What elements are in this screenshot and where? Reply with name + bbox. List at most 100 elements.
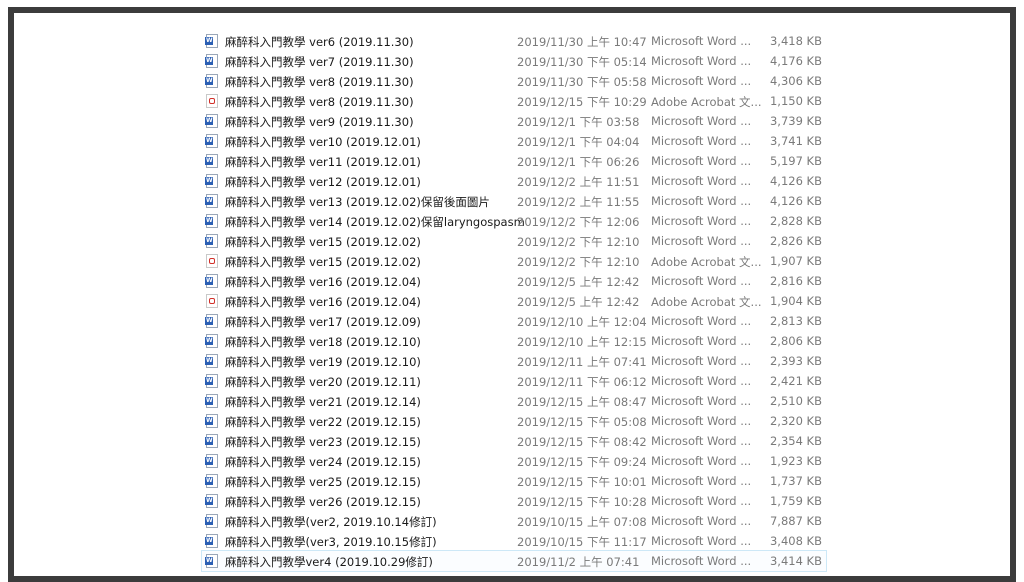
file-type: Microsoft Word ... [651,154,752,168]
file-row[interactable]: 麻醉科入門教學 ver17 (2019.12.09) 2019/12/10 上午 … [202,311,826,331]
file-type: Microsoft Word ... [651,54,752,68]
file-type: Microsoft Word ... [651,74,752,88]
file-date-modified: 2019/12/15 下午 10:28 [517,495,647,509]
file-type: Microsoft Word ... [651,534,752,548]
file-row[interactable]: 麻醉科入門教學 ver15 (2019.12.02) 2019/12/2 下午 1… [202,231,826,251]
file-date-modified: 2019/11/2 上午 07:41 [517,555,640,569]
file-size: 2,826 KB [769,234,822,248]
file-date-modified: 2019/12/15 下午 09:24 [517,455,647,469]
file-row[interactable]: 麻醉科入門教學 ver16 (2019.12.04) 2019/12/5 上午 1… [202,291,826,311]
file-type: Microsoft Word ... [651,214,752,228]
file-type: Microsoft Word ... [651,194,752,208]
pdf-file-icon [206,94,218,108]
file-date-modified: 2019/12/15 下午 08:42 [517,435,647,449]
file-size: 1,923 KB [769,454,822,468]
file-name: 麻醉科入門教學 ver15 (2019.12.02) [225,235,421,249]
file-size: 1,737 KB [769,474,822,488]
file-date-modified: 2019/12/2 下午 12:10 [517,255,640,269]
file-row[interactable]: 麻醉科入門教學 ver22 (2019.12.15) 2019/12/15 下午 … [202,411,826,431]
file-size: 2,510 KB [769,394,822,408]
file-type: Microsoft Word ... [651,434,752,448]
file-row[interactable]: 麻醉科入門教學 ver21 (2019.12.14) 2019/12/15 上午 … [202,391,826,411]
word-file-icon [205,174,218,188]
file-type: Microsoft Word ... [651,314,752,328]
pdf-file-icon [206,254,218,268]
word-file-icon [205,554,218,568]
file-name: 麻醉科入門教學 ver8 (2019.11.30) [225,95,414,109]
file-name: 麻醉科入門教學 ver10 (2019.12.01) [225,135,421,149]
file-date-modified: 2019/12/1 下午 06:26 [517,155,640,169]
file-name: 麻醉科入門教學 ver23 (2019.12.15) [225,435,421,449]
file-date-modified: 2019/12/1 下午 04:04 [517,135,640,149]
file-name: 麻醉科入門教學 ver22 (2019.12.15) [225,415,421,429]
file-size: 4,176 KB [769,54,822,68]
word-file-icon [205,334,218,348]
file-date-modified: 2019/10/15 上午 07:08 [517,515,647,529]
file-size: 2,816 KB [769,274,822,288]
word-file-icon [205,354,218,368]
file-name: 麻醉科入門教學 ver16 (2019.12.04) [225,295,421,309]
word-file-icon [205,454,218,468]
file-row[interactable]: 麻醉科入門教學(ver3, 2019.10.15修訂) 2019/10/15 下午… [202,531,826,551]
file-date-modified: 2019/12/5 上午 12:42 [517,295,640,309]
file-name: 麻醉科入門教學 ver19 (2019.12.10) [225,355,421,369]
file-date-modified: 2019/12/2 上午 11:51 [517,175,640,189]
file-row[interactable]: 麻醉科入門教學 ver23 (2019.12.15) 2019/12/15 下午 … [202,431,826,451]
file-row[interactable]: 麻醉科入門教學 ver15 (2019.12.02) 2019/12/2 下午 1… [202,251,826,271]
file-type: Microsoft Word ... [651,274,752,288]
file-row[interactable]: 麻醉科入門教學 ver16 (2019.12.04) 2019/12/5 上午 1… [202,271,826,291]
file-row[interactable]: 麻醉科入門教學 ver26 (2019.12.15) 2019/12/15 下午 … [202,491,826,511]
file-size: 3,741 KB [769,134,822,148]
word-file-icon [205,74,218,88]
file-name: 麻醉科入門教學(ver2, 2019.10.14修訂) [225,515,437,529]
word-file-icon [205,374,218,388]
file-row[interactable]: 麻醉科入門教學 ver8 (2019.11.30) 2019/12/15 下午 1… [202,91,826,111]
file-type: Microsoft Word ... [651,174,752,188]
file-row[interactable]: 麻醉科入門教學 ver14 (2019.12.02)保留laryngospasm… [202,211,826,231]
file-name: 麻醉科入門教學 ver7 (2019.11.30) [225,55,414,69]
file-row[interactable]: 麻醉科入門教學 ver20 (2019.12.11) 2019/12/11 下午 … [202,371,826,391]
word-file-icon [205,234,218,248]
file-size: 7,887 KB [769,514,822,528]
word-file-icon [205,154,218,168]
file-type: Microsoft Word ... [651,374,752,388]
file-row[interactable]: 麻醉科入門教學 ver6 (2019.11.30) 2019/11/30 上午 1… [202,31,826,51]
file-row[interactable]: 麻醉科入門教學 ver18 (2019.12.10) 2019/12/10 上午 … [202,331,826,351]
word-file-icon [205,134,218,148]
file-row[interactable]: 麻醉科入門教學 ver11 (2019.12.01) 2019/12/1 下午 0… [202,151,826,171]
file-name: 麻醉科入門教學 ver21 (2019.12.14) [225,395,421,409]
file-date-modified: 2019/12/11 上午 07:41 [517,355,647,369]
file-name: 麻醉科入門教學 ver11 (2019.12.01) [225,155,421,169]
file-type: Microsoft Word ... [651,514,752,528]
file-type: Microsoft Word ... [651,34,752,48]
file-date-modified: 2019/12/10 上午 12:04 [517,315,647,329]
file-name: 麻醉科入門教學 ver16 (2019.12.04) [225,275,421,289]
file-row[interactable]: 麻醉科入門教學(ver2, 2019.10.14修訂) 2019/10/15 上午… [202,511,826,531]
file-row[interactable]: 麻醉科入門教學 ver25 (2019.12.15) 2019/12/15 下午 … [202,471,826,491]
file-type: Adobe Acrobat 文... [651,295,762,309]
file-name: 麻醉科入門教學 ver17 (2019.12.09) [225,315,421,329]
file-row[interactable]: 麻醉科入門教學 ver12 (2019.12.01) 2019/12/2 上午 1… [202,171,826,191]
file-row[interactable]: 麻醉科入門教學 ver7 (2019.11.30) 2019/11/30 下午 0… [202,51,826,71]
file-name: 麻醉科入門教學 ver18 (2019.12.10) [225,335,421,349]
file-name: 麻醉科入門教學ver4 (2019.10.29修訂) [225,555,433,569]
file-date-modified: 2019/12/1 下午 03:58 [517,115,640,129]
file-size: 2,421 KB [769,374,822,388]
file-row[interactable]: 麻醉科入門教學 ver9 (2019.11.30) 2019/12/1 下午 03… [202,111,826,131]
file-type: Microsoft Word ... [651,494,752,508]
file-size: 1,150 KB [769,94,822,108]
file-type: Adobe Acrobat 文... [651,255,762,269]
file-row[interactable]: 麻醉科入門教學 ver24 (2019.12.15) 2019/12/15 下午 … [202,451,826,471]
file-date-modified: 2019/10/15 下午 11:17 [517,535,647,549]
file-row[interactable]: 麻醉科入門教學 ver10 (2019.12.01) 2019/12/1 下午 0… [202,131,826,151]
file-date-modified: 2019/12/15 下午 10:01 [517,475,647,489]
file-row[interactable]: 麻醉科入門教學ver4 (2019.10.29修訂) 2019/11/2 上午 0… [201,550,827,572]
pdf-file-icon [206,294,218,308]
file-row[interactable]: 麻醉科入門教學 ver19 (2019.12.10) 2019/12/11 上午 … [202,351,826,371]
file-size: 3,408 KB [769,534,822,548]
file-row[interactable]: 麻醉科入門教學 ver8 (2019.11.30) 2019/11/30 下午 0… [202,71,826,91]
file-row[interactable]: 麻醉科入門教學 ver13 (2019.12.02)保留後面圖片 2019/12/… [202,191,826,211]
file-date-modified: 2019/12/2 上午 11:55 [517,195,640,209]
file-size: 3,739 KB [769,114,822,128]
file-name: 麻醉科入門教學(ver3, 2019.10.15修訂) [225,535,437,549]
